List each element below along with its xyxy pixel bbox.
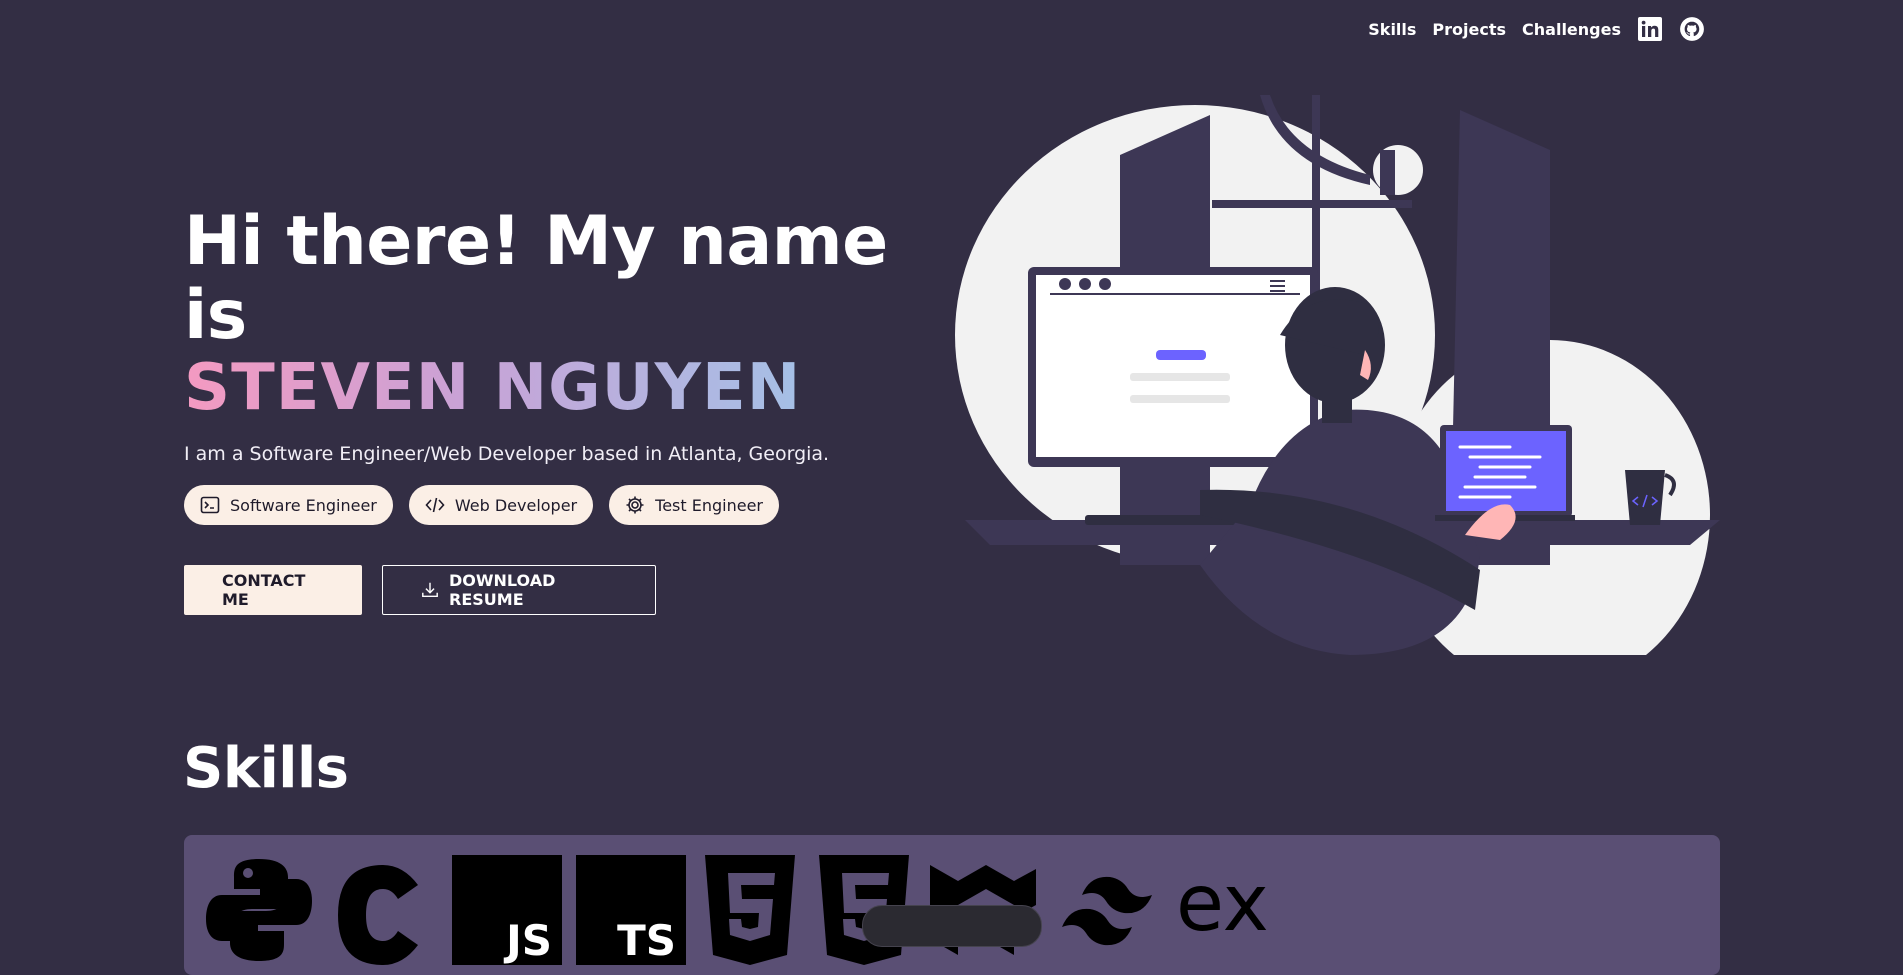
typescript-logo-text: TS	[617, 916, 676, 965]
download-resume-button[interactable]: DOWNLOAD RESUME	[382, 565, 656, 615]
code-icon	[425, 497, 445, 513]
c-icon	[338, 865, 418, 965]
terminal-icon	[200, 496, 220, 514]
role-chips: Software Engineer Web Developer Test Eng…	[184, 485, 944, 525]
github-icon[interactable]	[1679, 16, 1705, 42]
hero-greeting: Hi there! My name is	[184, 202, 888, 355]
python-icon	[206, 859, 312, 961]
top-nav: Skills Projects Challenges	[1368, 16, 1705, 42]
cta-buttons: CONTACT ME DOWNLOAD RESUME	[184, 565, 944, 615]
chip-web-developer: Web Developer	[408, 485, 594, 525]
express-icon: ex	[1176, 865, 1269, 943]
nav-link-challenges[interactable]: Challenges	[1522, 20, 1621, 39]
javascript-logo-text: JS	[506, 916, 552, 965]
chip-label: Software Engineer	[230, 495, 377, 515]
linkedin-icon[interactable]	[1637, 16, 1663, 42]
download-icon	[422, 582, 438, 598]
nav-link-skills[interactable]: Skills	[1368, 20, 1416, 39]
typescript-icon: TS	[576, 855, 686, 965]
download-resume-label: DOWNLOAD RESUME	[449, 571, 556, 609]
hero-name: STEVEN NGUYEN	[184, 351, 802, 425]
express-logo-text: ex	[1176, 859, 1269, 949]
contact-me-button[interactable]: CONTACT ME	[184, 565, 362, 615]
chip-label: Test Engineer	[655, 495, 763, 515]
javascript-icon: JS	[452, 855, 562, 965]
floating-toolbar[interactable]	[862, 905, 1042, 947]
chip-test-engineer: Test Engineer	[609, 485, 779, 525]
skills-logo-row: JS TS ex	[204, 855, 1269, 965]
chip-label: Web Developer	[454, 495, 578, 515]
html5-icon	[705, 855, 795, 965]
skills-heading: Skills	[183, 736, 349, 801]
nav-link-projects[interactable]: Projects	[1432, 20, 1506, 39]
hero-section: Hi there! My name is STEVEN NGUYEN I am …	[184, 205, 944, 615]
gear-icon	[626, 496, 644, 514]
hero-tagline: I am a Software Engineer/Web Developer b…	[184, 443, 830, 465]
chip-software-engineer: Software Engineer	[184, 485, 393, 525]
tailwind-icon	[1062, 876, 1152, 946]
developer-illustration	[955, 95, 1720, 655]
